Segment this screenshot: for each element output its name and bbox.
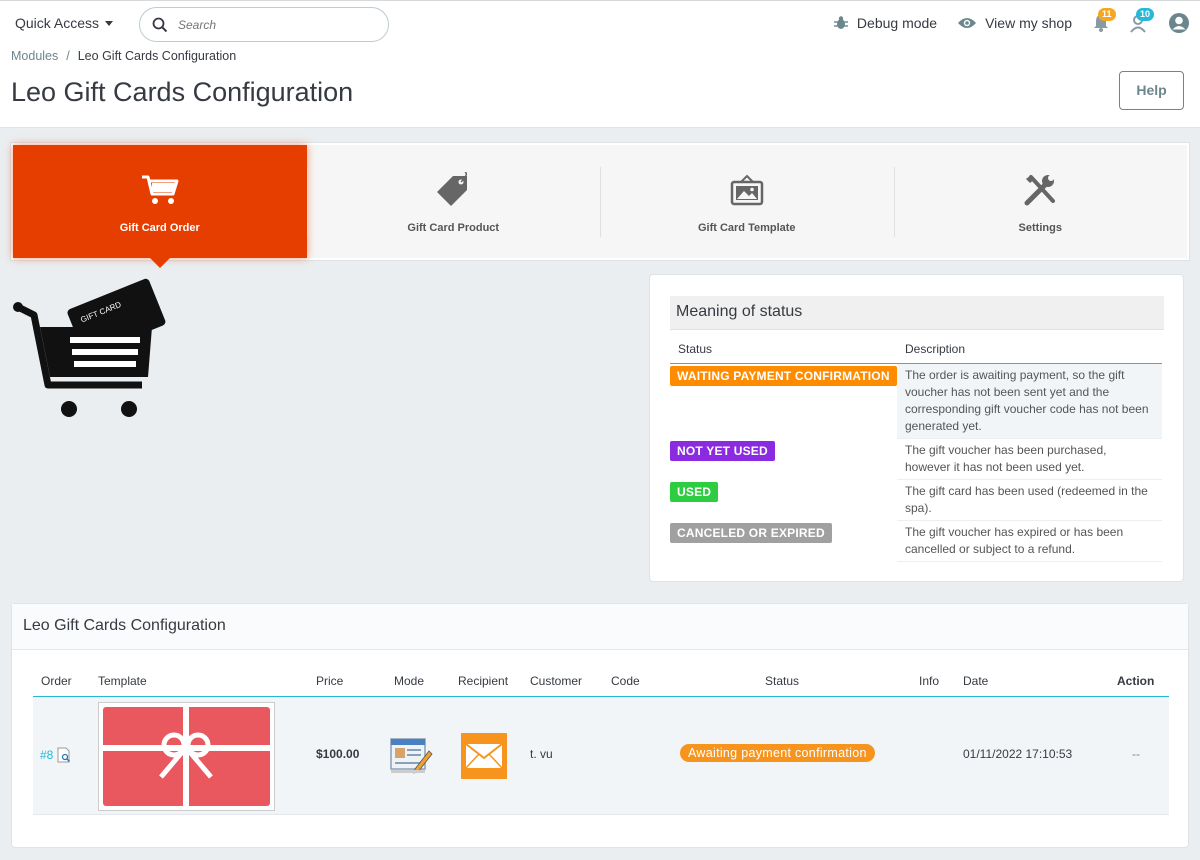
tab-gift-card-order[interactable]: Gift Card Order xyxy=(13,145,307,268)
view-shop-label: View my shop xyxy=(985,15,1072,31)
tab-divider xyxy=(600,167,601,237)
status-label-waiting: WAITING PAYMENT CONFIRMATION xyxy=(670,366,897,386)
col-mode: Mode xyxy=(394,674,425,688)
envelope-icon xyxy=(461,733,507,779)
tab-label: Gift Card Template xyxy=(697,221,796,234)
bug-icon xyxy=(833,16,848,29)
mode-edit-form-icon xyxy=(389,735,433,778)
cart-icon xyxy=(141,175,179,204)
tab-settings[interactable]: Settings xyxy=(893,145,1188,258)
col-status: Status xyxy=(678,342,713,356)
orders-table: Order Template Price Mode Recipient Cust… xyxy=(33,667,1169,815)
tab-divider xyxy=(306,167,308,237)
eye-icon xyxy=(958,18,977,28)
ribbon-bow-icon xyxy=(103,707,270,806)
quick-access-dropdown[interactable]: Quick Access xyxy=(15,15,114,31)
status-meaning-panel: Meaning of status Status Description WAI… xyxy=(649,274,1184,582)
col-info: Info xyxy=(919,674,940,688)
col-action: Action xyxy=(1117,674,1155,688)
col-price: Price xyxy=(316,674,344,688)
order-status-badge: Awaiting payment confirmation xyxy=(680,744,875,762)
debug-mode-label: Debug mode xyxy=(856,15,938,31)
customer-name: t. vu xyxy=(530,747,553,761)
page-title: Leo Gift Cards Configuration xyxy=(11,77,354,107)
breadcrumb-separator: / xyxy=(66,49,70,63)
col-date: Date xyxy=(963,674,989,688)
template-thumbnail[interactable] xyxy=(98,702,275,811)
status-label-used: USED xyxy=(670,482,719,502)
status-description: The order is awaiting payment, so the gi… xyxy=(897,364,1162,439)
user-circle-icon xyxy=(1169,13,1189,33)
status-description: The gift voucher has been purchased, how… xyxy=(897,439,1162,480)
breadcrumb-current: Leo Gift Cards Configuration xyxy=(77,49,237,63)
table-row: NOT YET USED The gift voucher has been p… xyxy=(670,439,1162,480)
tab-label: Settings xyxy=(1018,221,1062,234)
gift-card-image xyxy=(103,707,270,806)
status-description: The gift voucher has expired or has been… xyxy=(897,521,1162,562)
tab-gift-card-template[interactable]: Gift Card Template xyxy=(600,145,894,258)
help-button[interactable]: Help xyxy=(1119,71,1184,110)
search-input[interactable] xyxy=(178,17,358,32)
tab-gift-card-product[interactable]: Gift Card Product xyxy=(306,145,601,258)
order-number[interactable]: #8 xyxy=(40,748,53,762)
order-link[interactable]: #8 xyxy=(40,747,72,763)
customers-notification[interactable]: 10 xyxy=(1130,8,1155,33)
status-label-canceled: CANCELED OR EXPIRED xyxy=(670,523,832,543)
search-icon xyxy=(152,17,168,32)
tab-label: Gift Card Product xyxy=(407,221,500,234)
debug-mode-link[interactable]: Debug mode xyxy=(833,15,937,31)
order-price: $100.00 xyxy=(316,747,360,761)
orders-badge: 11 xyxy=(1098,8,1116,21)
status-description: The gift card has been used (redeemed in… xyxy=(897,480,1162,521)
col-order[interactable]: Order xyxy=(41,674,72,688)
table-row: USED The gift card has been used (redeem… xyxy=(670,480,1162,521)
col-code: Code xyxy=(611,674,640,688)
order-date: 01/11/2022 17:10:53 xyxy=(963,747,1073,761)
account-avatar[interactable] xyxy=(1168,12,1190,34)
tag-icon xyxy=(437,171,468,206)
search-bar[interactable] xyxy=(139,7,389,42)
status-meaning-title: Meaning of status xyxy=(670,296,1164,330)
table-header: Status Description xyxy=(670,337,1162,364)
col-status: Status xyxy=(765,674,800,688)
order-action: -- xyxy=(1132,747,1140,761)
status-meaning-table: Status Description WAITING PAYMENT CONFI… xyxy=(670,337,1162,562)
orders-notification[interactable]: 11 xyxy=(1092,8,1116,33)
breadcrumb: Modules / Leo Gift Cards Configuration xyxy=(11,49,236,63)
orders-heading: Leo Gift Cards Configuration xyxy=(12,604,1188,650)
table-header: Order Template Price Mode Recipient Cust… xyxy=(33,667,1169,697)
gift-cart-illustration: GIFT CARD xyxy=(12,275,172,420)
quick-access-label: Quick Access xyxy=(15,15,100,31)
col-template: Template xyxy=(98,674,147,688)
table-row: CANCELED OR EXPIRED The gift voucher has… xyxy=(670,521,1162,562)
picture-icon xyxy=(730,174,763,205)
col-customer: Customer xyxy=(530,674,583,688)
view-shop-link[interactable]: View my shop xyxy=(957,15,1072,31)
tools-icon xyxy=(1024,174,1056,205)
module-tabs: Gift Card Order Gift Card Product Gift C… xyxy=(11,143,1189,268)
table-row: WAITING PAYMENT CONFIRMATION The order i… xyxy=(670,364,1162,439)
gift-card-orders-panel: Leo Gift Cards Configuration Order Templ… xyxy=(11,603,1189,848)
customers-badge: 10 xyxy=(1136,8,1155,21)
breadcrumb-modules[interactable]: Modules xyxy=(11,49,58,63)
top-header: Quick Access Debug mode View my sh xyxy=(0,0,1200,128)
view-document-icon[interactable] xyxy=(56,747,72,763)
col-description: Description xyxy=(905,342,966,356)
tab-divider xyxy=(893,167,895,237)
chevron-down-icon xyxy=(105,20,114,26)
table-row: #8 $100.00 t. vu Awaiting payment confir… xyxy=(33,697,1169,815)
tab-label: Gift Card Order xyxy=(119,221,200,234)
col-recipient: Recipient xyxy=(458,674,509,688)
gift-cart-icon: GIFT CARD xyxy=(13,278,166,417)
status-label-not-yet-used: NOT YET USED xyxy=(670,441,775,461)
